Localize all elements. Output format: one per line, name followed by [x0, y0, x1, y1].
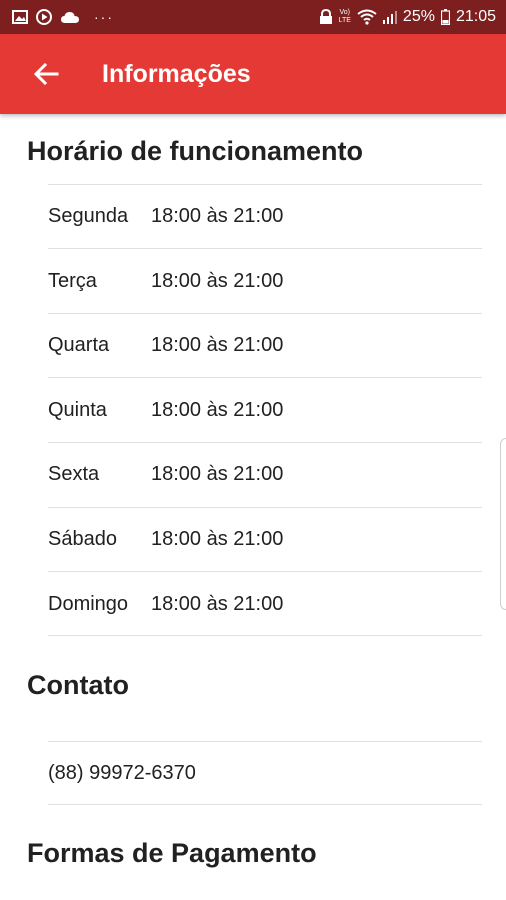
divider [48, 804, 482, 805]
hours-value: 18:00 às 21:00 [151, 527, 284, 550]
day-label: Quarta [48, 333, 110, 356]
hours-value: 18:00 às 21:00 [151, 462, 284, 485]
hours-value: 18:00 às 21:00 [151, 333, 284, 356]
hours-row-saturday: Sábado 18:00 às 21:00 [48, 507, 482, 571]
hours-value: 18:00 às 21:00 [151, 204, 284, 227]
scroll-handle[interactable] [500, 438, 506, 610]
volte-indicator: Vo) LTE [339, 9, 351, 25]
volte-label-bottom: LTE [338, 17, 351, 24]
more-notifications-indicator: ··· [94, 9, 114, 25]
hours-value: 18:00 às 21:00 [151, 592, 284, 615]
phone-number: (88) 99972-6370 [48, 761, 196, 784]
hours-value: 18:00 às 21:00 [151, 398, 284, 421]
hours-row-friday: Sexta 18:00 às 21:00 [48, 442, 482, 506]
cloud-icon [60, 10, 80, 24]
back-button[interactable] [16, 44, 76, 104]
lock-icon [319, 9, 333, 25]
day-label: Sexta [48, 462, 100, 485]
signal-icon [382, 10, 397, 24]
contact-section-title: Contato [27, 670, 129, 700]
page-title: Informações [102, 59, 251, 88]
app-bar: Informações [0, 34, 506, 114]
day-label: Sábado [48, 527, 117, 550]
wifi-icon [357, 9, 377, 25]
payment-section-title: Formas de Pagamento [27, 838, 317, 868]
day-label: Domingo [48, 592, 129, 615]
arrow-back-icon [33, 63, 59, 85]
status-time: 21:05 [455, 8, 496, 25]
hours-row-tuesday: Terça 18:00 às 21:00 [48, 249, 482, 313]
volte-label-top: Vo) [339, 9, 351, 16]
contact-phone-row[interactable]: (88) 99972-6370 [48, 742, 482, 804]
battery-icon [440, 9, 450, 25]
hours-row-thursday: Quinta 18:00 às 21:00 [48, 378, 482, 442]
status-bar: ··· Vo) LTE 25% 21:05 [0, 0, 506, 34]
status-bar-notifications: ··· [12, 9, 114, 25]
day-label: Quinta [48, 398, 107, 421]
day-label: Terça [48, 269, 97, 292]
hours-row-wednesday: Quarta 18:00 às 21:00 [48, 313, 482, 377]
hours-value: 18:00 às 21:00 [151, 269, 284, 292]
status-bar-system: Vo) LTE 25% 21:05 [319, 8, 496, 26]
play-icon [36, 9, 52, 25]
hours-row-sunday: Domingo 18:00 às 21:00 [48, 572, 482, 636]
hours-section-title: Horário de funcionamento [27, 136, 364, 166]
battery-percent: 25% [402, 8, 435, 25]
hours-row-monday: Segunda 18:00 às 21:00 [48, 184, 482, 248]
image-icon [12, 10, 28, 24]
divider [48, 635, 482, 636]
day-label: Segunda [48, 204, 129, 227]
